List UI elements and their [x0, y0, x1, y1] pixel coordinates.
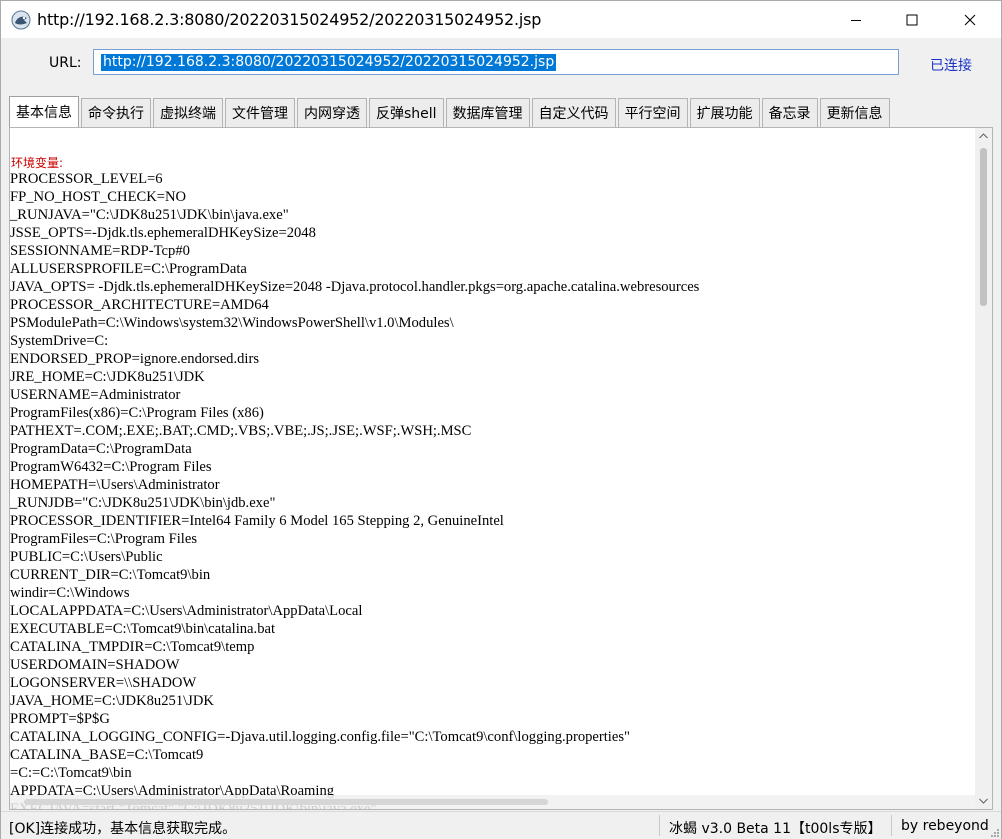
env-var-line: ENDORSED_PROP=ignore.endorsed.dirs [10, 351, 260, 367]
env-var-line: JSSE_OPTS=-Djdk.tls.ephemeralDHKeySize=2… [10, 225, 316, 241]
env-var-line: _RUNJAVA="C:\JDK8u251\JDK\bin\java.exe" [10, 207, 289, 223]
env-var-line: LOGONSERVER=\\SHADOW [10, 675, 197, 691]
version-label: 冰蝎 v3.0 Beta 11【t00ls专版】 [669, 821, 882, 837]
env-var-line: ProgramData=C:\ProgramData [10, 441, 192, 457]
tab-11[interactable]: 备忘录 [761, 98, 818, 127]
tab-5[interactable]: 内网穿透 [297, 98, 367, 127]
env-var-line: JAVA_OPTS= -Djdk.tls.ephemeralDHKeySize=… [10, 279, 700, 295]
env-var-line: PUBLIC=C:\Users\Public [10, 549, 163, 565]
env-var-line: ProgramFiles(x86)=C:\Program Files (x86) [10, 405, 264, 421]
maximize-button[interactable] [889, 1, 935, 38]
env-var-line: JAVA_HOME=C:\JDK8u251\JDK [10, 693, 214, 709]
env-var-line: HOMEPATH=\Users\Administrator [10, 477, 220, 493]
tab-10[interactable]: 扩展功能 [689, 98, 760, 127]
tab-3[interactable]: 虚拟终端 [153, 98, 223, 127]
env-var-line: LOCALAPPDATA=C:\Users\Administrator\AppD… [10, 603, 363, 619]
tab-7[interactable]: 数据库管理 [445, 98, 530, 127]
env-var-line: CATALINA_BASE=C:\Tomcat9 [10, 747, 204, 763]
close-icon [964, 14, 976, 25]
connection-status[interactable]: 已连接 [930, 55, 972, 75]
tab-1[interactable]: 基本信息 [9, 96, 79, 127]
env-var-line: ProgramFiles=C:\Program Files [10, 531, 198, 547]
basic-info-panel[interactable]: 环境变量: PROCESSOR_LEVEL=6 FP_NO_HOST_CHECK=… [9, 127, 993, 810]
author-label: by rebeyond [901, 818, 989, 834]
status-bar: [OK]连接成功，基本信息获取完成。 冰蝎 v3.0 Beta 11【t00ls… [1, 811, 1001, 839]
env-var-line: FP_NO_HOST_CHECK=NO [10, 189, 187, 205]
url-row: URL: http://192.168.2.3:8080/20220315024… [1, 38, 1001, 91]
title-bar[interactable]: http://192.168.2.3:8080/20220315024952/2… [1, 1, 1001, 38]
status-message: [OK]连接成功，基本信息获取完成。 [9, 821, 237, 837]
scroll-down-icon[interactable] [979, 798, 988, 804]
url-input[interactable]: http://192.168.2.3:8080/20220315024952/2… [93, 49, 899, 75]
env-var-line: ALLUSERSPROFILE=C:\ProgramData [10, 261, 247, 277]
minimize-button[interactable] [833, 1, 879, 38]
url-label: URL: [49, 55, 82, 71]
app-window: http://192.168.2.3:8080/20220315024952/2… [0, 0, 1002, 839]
env-var-line: CURRENT_DIR=C:\Tomcat9\bin [10, 567, 211, 583]
scorpion-app-icon [11, 10, 31, 30]
env-var-line: =C:=C:\Tomcat9\bin [10, 765, 132, 781]
url-input-value[interactable]: http://192.168.2.3:8080/20220315024952/2… [101, 54, 557, 71]
env-var-line: PSModulePath=C:\Windows\system32\Windows… [10, 315, 454, 331]
env-var-line: PROCESSOR_IDENTIFIER=Intel64 Family 6 Mo… [10, 513, 504, 529]
horizontal-scrollbar[interactable] [10, 795, 976, 809]
tab-bar: 基本信息 命令执行 虚拟终端 文件管理 内网穿透 反弹shell 数据库管理 自定义代码 平行空… [9, 96, 892, 127]
env-var-line: EXECUTABLE=C:\Tomcat9\bin\catalina.bat [10, 621, 276, 637]
env-var-line: SESSIONNAME=RDP-Tcp#0 [10, 243, 190, 259]
tab-9[interactable]: 平行空间 [617, 98, 688, 127]
minimize-icon [851, 19, 861, 21]
env-var-line: USERNAME=Administrator [10, 387, 181, 403]
window-title: http://192.168.2.3:8080/20220315024952/2… [37, 10, 542, 29]
env-var-line: PROCESSOR_ARCHITECTURE=AMD64 [10, 297, 269, 313]
env-var-line: PATHEXT=.COM;.EXE;.BAT;.CMD;.VBS;.VBE;.J… [10, 423, 472, 439]
env-var-line: JRE_HOME=C:\JDK8u251\JDK [10, 369, 205, 385]
vertical-scroll-thumb[interactable] [980, 148, 987, 306]
env-var-line: USERDOMAIN=SHADOW [10, 657, 180, 673]
resize-grip-icon[interactable] [989, 827, 999, 837]
env-var-line: PROCESSOR_LEVEL=6 [10, 171, 163, 187]
tab-8[interactable]: 自定义代码 [531, 98, 616, 127]
vertical-scrollbar[interactable] [975, 128, 992, 809]
env-var-line: PROMPT=$P$G [10, 711, 110, 727]
env-var-line: CATALINA_TMPDIR=C:\Tomcat9\temp [10, 639, 255, 655]
close-button[interactable] [947, 1, 993, 38]
env-var-line: ProgramW6432=C:\Program Files [10, 459, 212, 475]
env-var-line: SystemDrive=C: [10, 333, 109, 349]
env-vars-heading: 环境变量: [11, 156, 64, 170]
status-separator [891, 815, 892, 836]
maximize-icon [906, 14, 918, 25]
env-vars-list: PROCESSOR_LEVEL=6 FP_NO_HOST_CHECK=NO _RUN… [10, 170, 700, 809]
scroll-up-icon[interactable] [979, 133, 988, 139]
env-var-line: _RUNJDB="C:\JDK8u251\JDK\bin\jdb.exe" [10, 495, 276, 511]
env-var-line: windir=C:\Windows [10, 585, 130, 601]
env-var-line: CATALINA_LOGGING_CONFIG=-Djava.util.logg… [10, 729, 630, 745]
status-separator [659, 815, 660, 836]
tab-4[interactable]: 文件管理 [225, 98, 295, 127]
tab-2[interactable]: 命令执行 [81, 98, 151, 127]
tab-6[interactable]: 反弹shell [369, 98, 444, 127]
tab-12[interactable]: 更新信息 [819, 98, 890, 127]
horizontal-scroll-thumb[interactable] [24, 799, 548, 805]
